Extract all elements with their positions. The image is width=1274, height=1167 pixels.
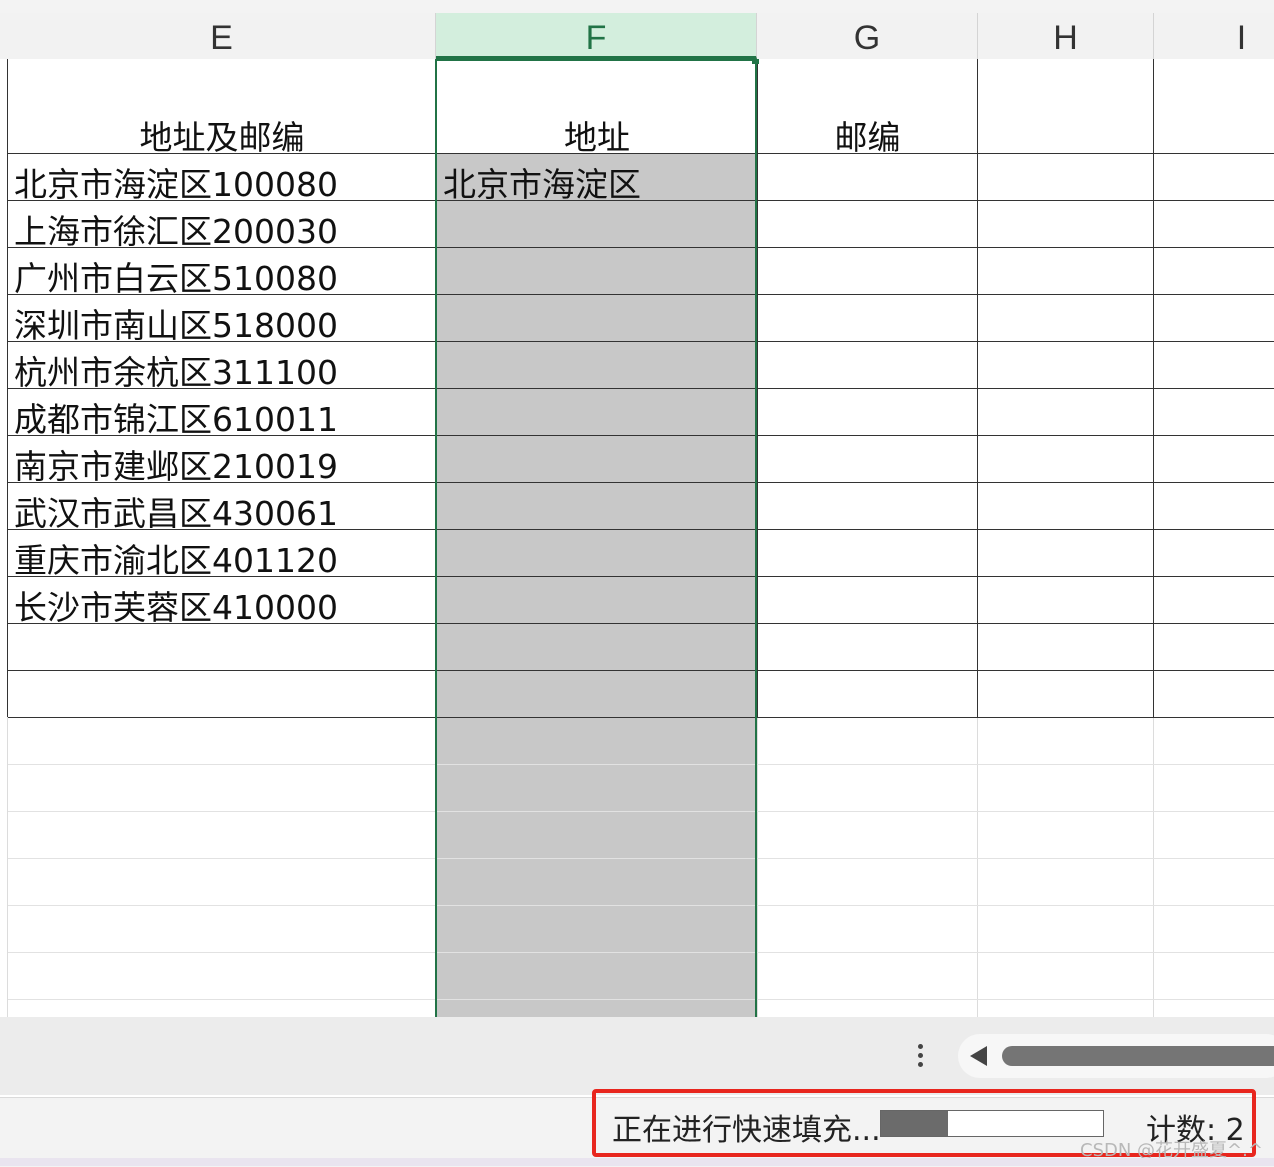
cell-e11[interactable]: 长沙市芙蓉区410000 [14,581,338,629]
cell-e1[interactable]: 地址及邮编 [8,111,436,159]
column-header-row: E F G H I [0,13,1274,60]
window-bottom-edge [0,1158,1274,1166]
cell-e2[interactable]: 北京市海淀区100080 [14,158,338,206]
fill-handle[interactable] [752,59,759,64]
cell-e10[interactable]: 重庆市渝北区401120 [14,534,338,582]
cell-e5[interactable]: 深圳市南山区518000 [14,299,338,347]
column-header-e[interactable]: E [8,13,436,59]
column-header-h[interactable]: H [978,13,1154,59]
cell-e8[interactable]: 南京市建邺区210019 [14,440,338,488]
spreadsheet-grid[interactable]: 地址及邮编 地址 邮编 北京市海淀区100080 上海市徐汇区200030 广州… [0,59,1274,1017]
column-header-g[interactable]: G [757,13,978,59]
scrollbar-thumb[interactable] [1002,1046,1274,1066]
horizontal-scrollbar[interactable] [958,1034,1274,1078]
scroll-left-icon[interactable] [970,1046,987,1066]
cell-e6[interactable]: 杭州市余杭区311100 [14,346,338,394]
grid-line [977,717,978,1017]
cell-e7[interactable]: 成都市锦江区610011 [14,393,338,441]
grid-line [1153,717,1154,1017]
grid-line [757,717,758,1017]
more-vertical-icon[interactable] [905,1040,935,1076]
top-strip [0,0,1274,13]
cell-e9[interactable]: 武汉市武昌区430061 [14,487,338,535]
cell-g1[interactable]: 邮编 [758,111,977,159]
cell-e3[interactable]: 上海市徐汇区200030 [14,205,338,253]
selection-border [435,59,757,1017]
column-header-f[interactable]: F [436,13,757,59]
grid-line [7,717,8,1017]
cell-e4[interactable]: 广州市白云区510080 [14,252,338,300]
column-header-i[interactable]: I [1154,13,1274,59]
